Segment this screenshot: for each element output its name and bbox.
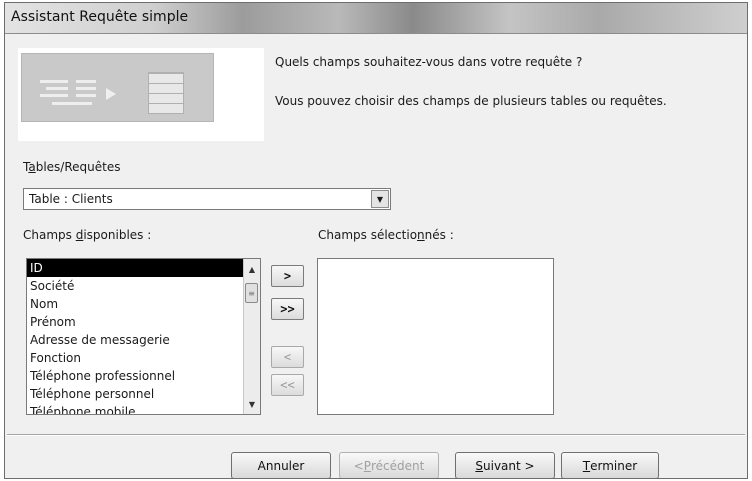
cancel-button[interactable]: Annuler bbox=[231, 452, 331, 478]
available-field-item[interactable]: Nom bbox=[27, 295, 260, 313]
arrow-right-icon bbox=[106, 88, 116, 100]
available-field-item[interactable]: Téléphone mobile bbox=[27, 403, 260, 414]
query-wizard-dialog: Assistant Requête simple Quels champs so… bbox=[4, 2, 748, 479]
wizard-question: Quels champs souhaitez-vous dans votre r… bbox=[275, 55, 583, 69]
available-fields-label: Champs disponibles : bbox=[23, 228, 152, 242]
available-field-item[interactable]: Prénom bbox=[27, 313, 260, 331]
table-grid-icon bbox=[148, 72, 184, 114]
available-fields-list[interactable]: ID Société Nom Prénom Adresse de messagerie F… bbox=[26, 258, 261, 415]
scroll-down-icon[interactable]: ▼ bbox=[244, 396, 260, 412]
wizard-illustration bbox=[18, 48, 264, 141]
available-field-item[interactable]: Société bbox=[27, 277, 260, 295]
tables-queries-value: Table : Clients bbox=[29, 192, 113, 206]
window-title: Assistant Requête simple bbox=[11, 9, 189, 25]
available-field-item[interactable]: Téléphone personnel bbox=[27, 385, 260, 403]
remove-all-fields-button[interactable]: << bbox=[271, 374, 304, 396]
selected-fields-list[interactable] bbox=[317, 258, 554, 415]
available-field-item[interactable]: Téléphone professionnel bbox=[27, 367, 260, 385]
previous-button[interactable]: < Précédent bbox=[339, 452, 439, 478]
next-button[interactable]: Suivant > bbox=[455, 452, 555, 478]
chevron-down-icon[interactable]: ▼ bbox=[371, 190, 389, 208]
available-field-item[interactable]: Fonction bbox=[27, 349, 260, 367]
available-field-item[interactable]: Adresse de messagerie bbox=[27, 331, 260, 349]
remove-field-button[interactable]: < bbox=[271, 346, 304, 368]
add-all-fields-button[interactable]: >> bbox=[271, 298, 304, 320]
selected-fields-label: Champs sélectionnés : bbox=[318, 228, 454, 242]
title-bar[interactable]: Assistant Requête simple bbox=[5, 3, 747, 34]
footer-divider bbox=[7, 434, 745, 436]
wizard-hint: Vous pouvez choisir des champs de plusie… bbox=[275, 94, 667, 108]
add-field-button[interactable]: > bbox=[271, 265, 304, 287]
tables-queries-select[interactable]: Table : Clients ▼ bbox=[23, 188, 391, 210]
scroll-up-icon[interactable]: ▲ bbox=[244, 261, 260, 277]
tables-queries-label: Tables/Requêtes bbox=[23, 160, 121, 174]
available-field-item[interactable]: ID bbox=[27, 259, 260, 277]
finish-button[interactable]: Terminer bbox=[561, 452, 659, 478]
scroll-thumb[interactable]: ≡ bbox=[245, 283, 258, 303]
available-fields-scrollbar[interactable]: ▲ ≡ ▼ bbox=[243, 259, 260, 414]
